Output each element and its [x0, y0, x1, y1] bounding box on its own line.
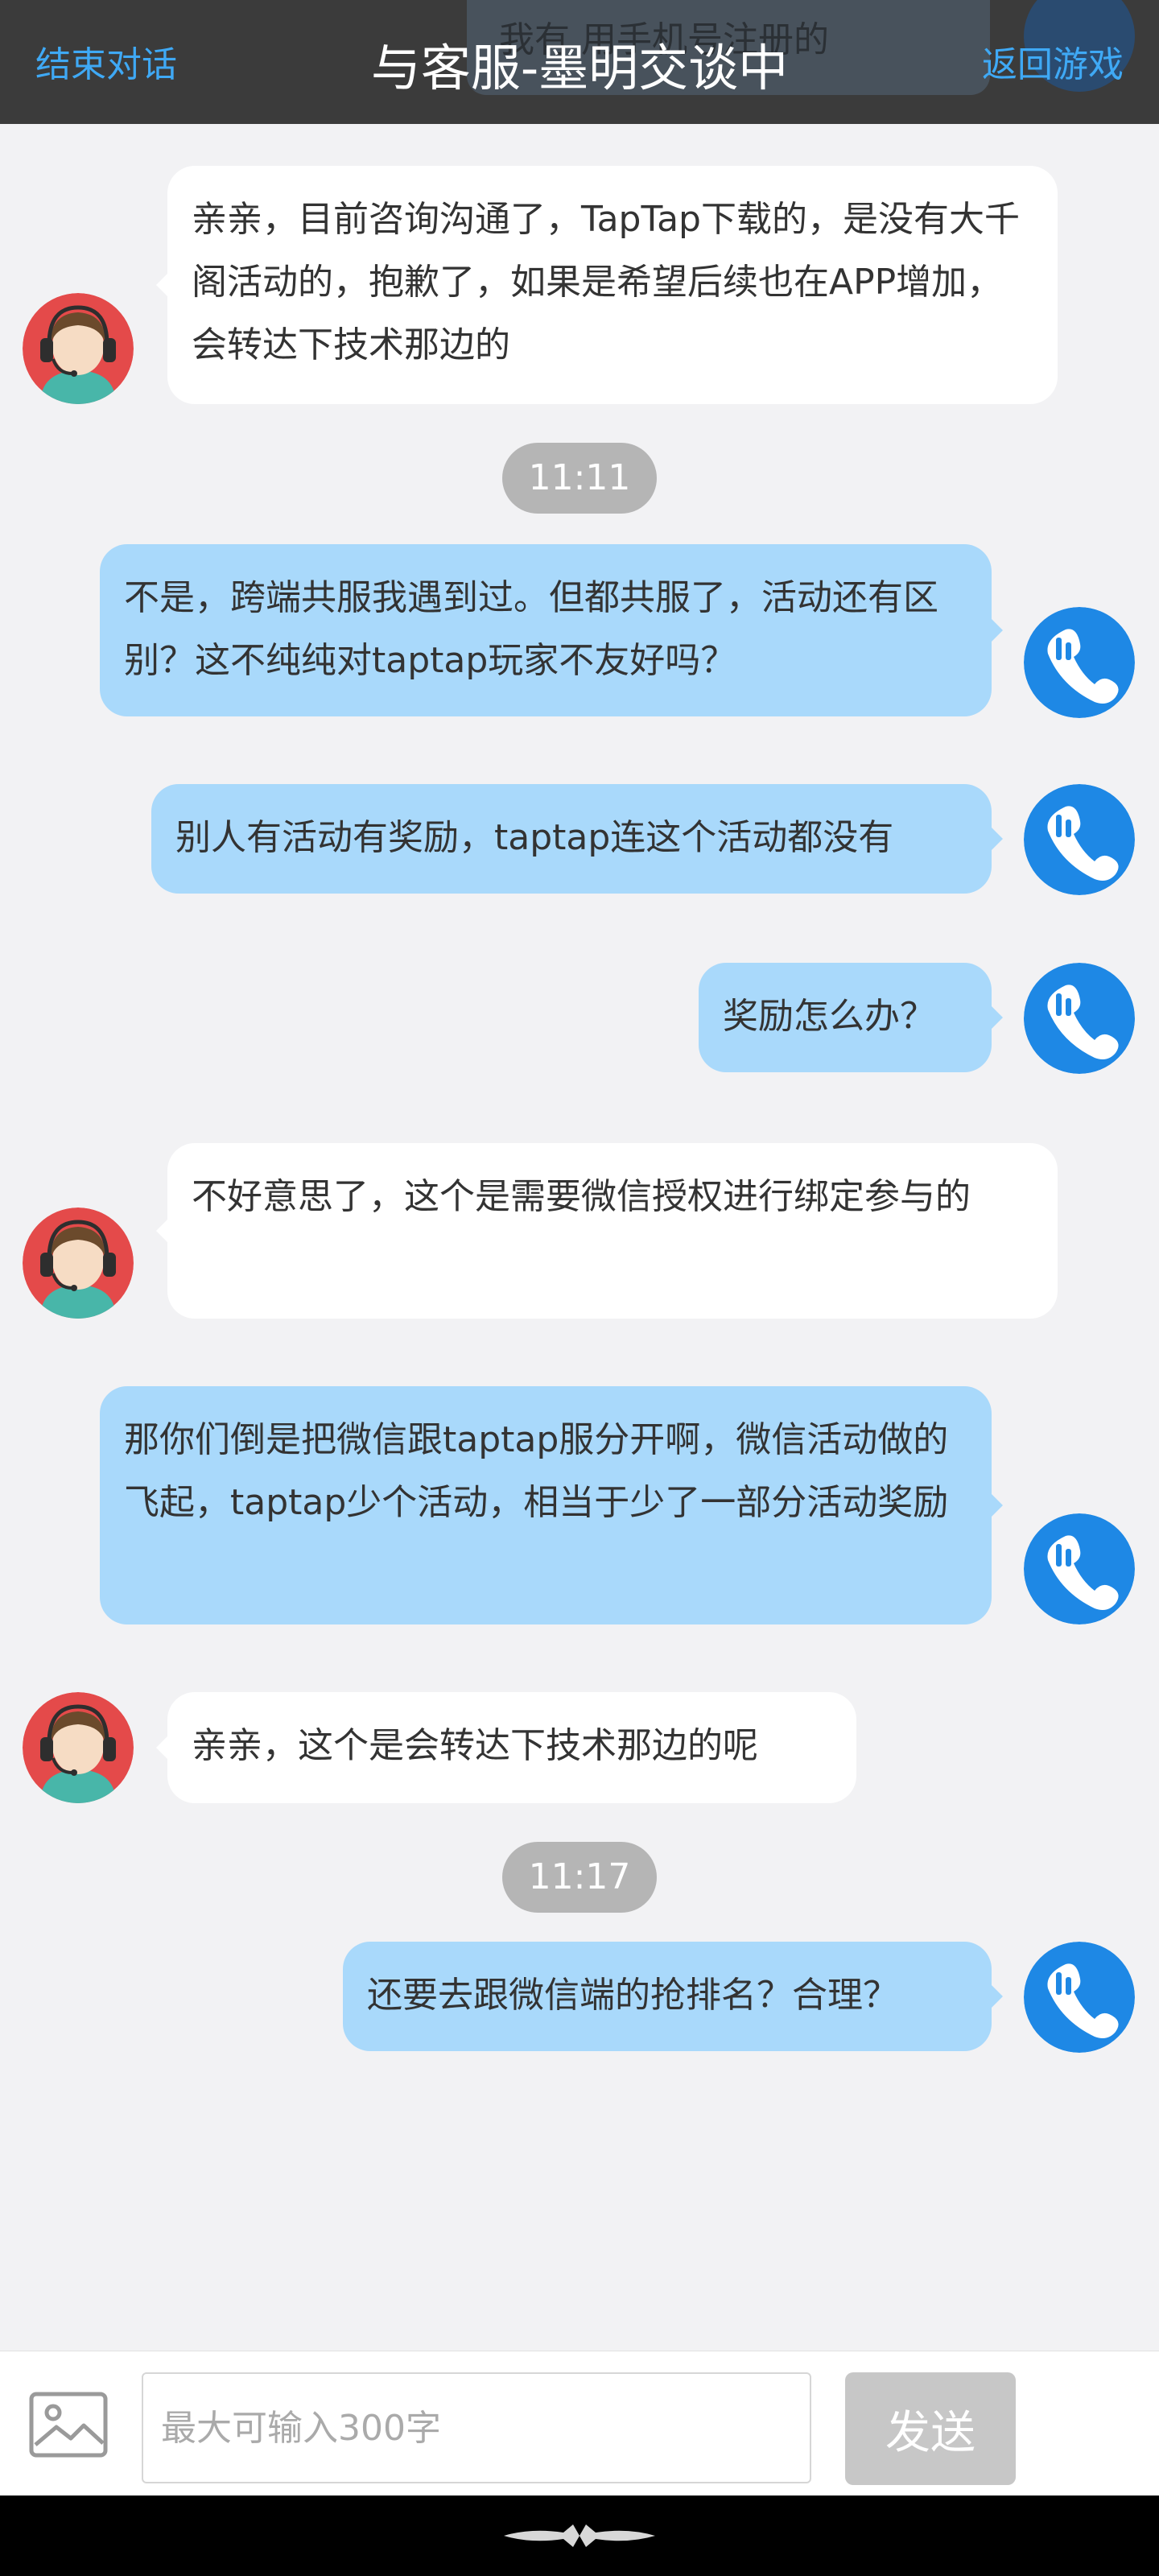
agent-avatar	[23, 293, 134, 404]
header-bar: 我有 用手机号注册的 结束对话 与客服-墨明交谈中 返回游戏	[0, 0, 1159, 124]
agent-message-bubble: 亲亲，这个是会转达下技术那边的呢	[156, 1692, 856, 1803]
user-avatar	[1024, 1942, 1135, 2053]
back-to-game-button[interactable]: 返回游戏	[982, 35, 1124, 87]
user-message-bubble: 别人有活动有奖励，taptap连这个活动都没有	[151, 784, 1003, 894]
navigation-handle-icon[interactable]	[499, 2516, 660, 2555]
phone-chat-app-icon	[1024, 607, 1135, 718]
user-avatar	[1024, 607, 1135, 718]
user-message-bubble: 奖励怎么办？	[699, 963, 1003, 1072]
user-message-bubble: 那你们倒是把微信跟taptap服分开啊，微信活动做的飞起，taptap少个活动，…	[100, 1386, 1003, 1624]
user-message-bubble: 不是，跨端共服我遇到过。但都共服了，活动还有区别？这不纯纯对taptap玩家不友…	[100, 544, 1003, 716]
user-message-bubble: 还要去跟微信端的抢排名？合理？	[343, 1942, 1003, 2051]
customer-service-headset-icon	[23, 293, 134, 404]
image-icon	[29, 2392, 108, 2458]
customer-service-headset-icon	[23, 1692, 134, 1803]
agent-message-bubble: 亲亲，目前咨询沟通了，TapTap下载的，是没有大千阁活动的，抱歉了，如果是希望…	[156, 166, 1058, 404]
image-upload-button[interactable]	[29, 2392, 108, 2458]
user-avatar	[1024, 1513, 1135, 1624]
timestamp: 11:11	[502, 443, 657, 514]
phone-chat-app-icon	[1024, 1942, 1135, 2053]
send-button[interactable]: 发送	[845, 2372, 1016, 2485]
phone-chat-app-icon	[1024, 1513, 1135, 1624]
system-navigation-bar	[0, 2496, 1159, 2576]
timestamp: 11:17	[502, 1842, 657, 1913]
message-composer: 发送	[0, 2351, 1159, 2496]
user-avatar	[1024, 963, 1135, 1074]
phone-chat-app-icon	[1024, 784, 1135, 895]
user-avatar	[1024, 784, 1135, 895]
agent-avatar	[23, 1692, 134, 1803]
message-input[interactable]	[142, 2372, 811, 2483]
agent-avatar	[23, 1208, 134, 1319]
agent-message-bubble: 不好意思了，这个是需要微信授权进行绑定参与的	[156, 1143, 1058, 1319]
customer-service-headset-icon	[23, 1208, 134, 1319]
phone-chat-app-icon	[1024, 963, 1135, 1074]
